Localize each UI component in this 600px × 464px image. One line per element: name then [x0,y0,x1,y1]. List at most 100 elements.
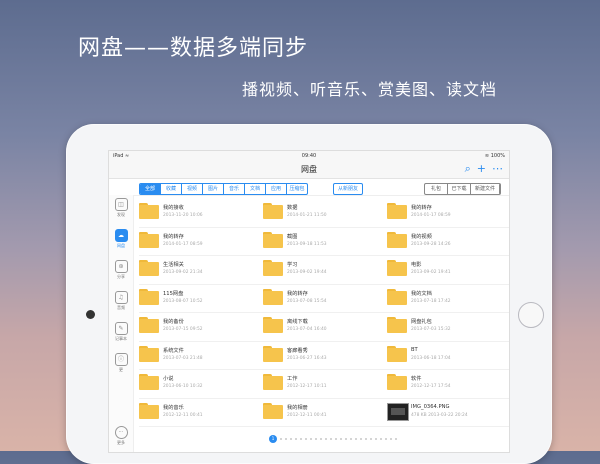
file-item[interactable]: 客廊看秀 2013-06-27 16:43 [263,342,387,370]
file-item[interactable]: 软件 2012-12-17 17:54 [387,370,509,399]
filter-tab[interactable]: 图片 [203,184,224,194]
page-dot[interactable] [375,438,377,440]
right-tab[interactable]: 新建文件 [471,184,500,194]
filter-tab[interactable]: 应用 [266,184,287,194]
right-tab[interactable]: 已下载 [448,184,471,194]
file-name: 115网盘 [163,290,184,297]
file-item[interactable]: 数据 2014-01-21 11:50 [263,199,387,228]
file-item[interactable]: IMG_0364.PNG 478 KB 2013-03-22 20:24 [387,399,509,427]
filter-tab[interactable]: 收藏 [161,184,182,194]
file-meta: 2013-09-02 21:34 [163,270,203,275]
file-item[interactable]: BT 2013-06-18 17:04 [387,342,509,370]
file-item[interactable]: 网盘礼包 2013-07-03 15:32 [387,313,509,342]
page-dot[interactable] [320,438,322,440]
right-tabs: 礼包 已下载 新建文件 [424,183,501,195]
status-bar: iPad ≈ 09:40 ≋ 100% [109,151,509,161]
sidebar-item[interactable]: ✎ 记事本 [109,322,133,350]
sidebar-more[interactable]: ⋯ 更多 [109,426,133,446]
page-dot[interactable] [340,438,342,440]
right-tab[interactable]: 礼包 [425,184,448,194]
page-dot[interactable] [325,438,327,440]
page-dot[interactable] [300,438,302,440]
file-item[interactable]: 我的相册 2012-12-11 00:41 [263,399,387,427]
file-item[interactable]: 我的备份 2013-07-15 09:52 [139,313,263,342]
from-friend-button[interactable]: 从新朋友 [333,183,364,195]
file-item[interactable]: 小说 2013-06-10 10:32 [139,370,263,399]
file-item[interactable]: 我的转存 2013-07-08 15:54 [263,285,387,313]
file-item[interactable]: 系统文件 2013-07-03 21:48 [139,342,263,370]
folder-icon [387,203,407,219]
folder-icon [263,317,283,333]
folder-icon [139,317,159,333]
file-meta: 2014-01-21 11:50 [287,213,327,218]
search-icon[interactable]: ⌕ [465,162,471,176]
page-current[interactable]: 1 [269,435,277,443]
file-name: 数据 [287,205,298,211]
sidebar-item[interactable]: ☁ 网盘 [109,229,133,257]
sidebar-item[interactable]: ◫ 发现 [109,198,133,226]
filter-tab[interactable]: 视频 [182,184,203,194]
page-dot[interactable] [315,438,317,440]
file-name: 系统文件 [163,347,184,354]
file-item[interactable]: 离线下载 2013-07-04 16:40 [263,313,387,342]
filter-tab[interactable]: 音乐 [224,184,245,194]
page-indicator: 1 [269,435,397,443]
file-name: 我的转存 [163,233,184,240]
sidebar-item[interactable]: ♫ 音频 [109,291,133,319]
folder-icon [387,317,407,333]
page-dot[interactable] [335,438,337,440]
file-name: 我的文档 [411,290,432,297]
file-name: 生活相关 [163,262,184,268]
file-item[interactable]: 我的视频 2013-09-28 14:26 [387,228,509,256]
folder-icon [263,288,283,305]
file-item[interactable]: 学习 2013-09-02 19:44 [263,256,387,285]
page-dot[interactable] [370,438,372,440]
filter-tab[interactable]: 压缩包 [287,184,307,194]
page-dot[interactable] [390,438,392,440]
file-item[interactable]: 115网盘 2013-08-07 10:52 [139,285,263,313]
file-meta: 2013-09-02 19:41 [411,270,451,275]
home-button[interactable] [518,302,544,328]
filter-tab[interactable]: 全部 [140,184,161,194]
sidebar-item[interactable]: ⓘ 更 [109,353,133,381]
add-icon[interactable]: + [477,162,486,176]
notepad-icon: ✎ [114,322,128,335]
file-name: 网盘礼包 [411,319,432,325]
page-dot[interactable] [385,438,387,440]
page-dot[interactable] [290,438,292,440]
page-dot[interactable] [345,438,347,440]
folder-icon [139,402,159,419]
file-meta: 2013-09-18 11:53 [287,241,327,247]
page-dot[interactable] [310,438,312,440]
file-item[interactable]: 工作 2012-12-17 10:11 [263,370,387,399]
page-dot[interactable] [360,438,362,440]
page-dot[interactable] [305,438,307,440]
file-item[interactable]: 我的转存 2014-01-17 08:59 [387,199,509,228]
more-icon[interactable]: ⋯ [492,162,503,176]
filter-tab[interactable]: 文档 [245,184,266,194]
file-name: 我的音乐 [163,404,184,411]
file-item[interactable]: 我的接收 2013-11-20 10:06 [139,199,263,228]
sidebar-item[interactable]: ⊛ 分享 [109,260,133,288]
page-dot[interactable] [285,438,287,440]
page-dot[interactable] [355,438,357,440]
file-meta: 2013-07-08 15:54 [287,298,327,304]
file-item[interactable]: 我的文档 2013-07-18 17:42 [387,285,509,313]
folder-icon [387,288,407,305]
file-meta: 2013-09-28 14:26 [411,241,451,247]
page-dot[interactable] [395,438,397,440]
folder-body [139,376,159,390]
file-item[interactable]: 生活相关 2013-09-02 21:34 [139,256,263,285]
page-dot[interactable] [380,438,382,440]
file-item[interactable]: 我的转存 2014-01-17 08:59 [139,228,263,256]
page-dot[interactable] [295,438,297,440]
folder-icon [387,374,407,390]
page-dot[interactable] [330,438,332,440]
page-dot[interactable] [365,438,367,440]
page-dot[interactable] [350,438,352,440]
file-item[interactable]: 我的音乐 2012-12-11 00:41 [139,399,263,427]
file-item[interactable]: 电影 2013-09-02 19:41 [387,256,509,285]
sidebar-item-label: 网盘 [117,243,125,248]
page-dot[interactable] [280,438,282,440]
file-item[interactable]: 截图 2013-09-18 11:53 [263,228,387,256]
